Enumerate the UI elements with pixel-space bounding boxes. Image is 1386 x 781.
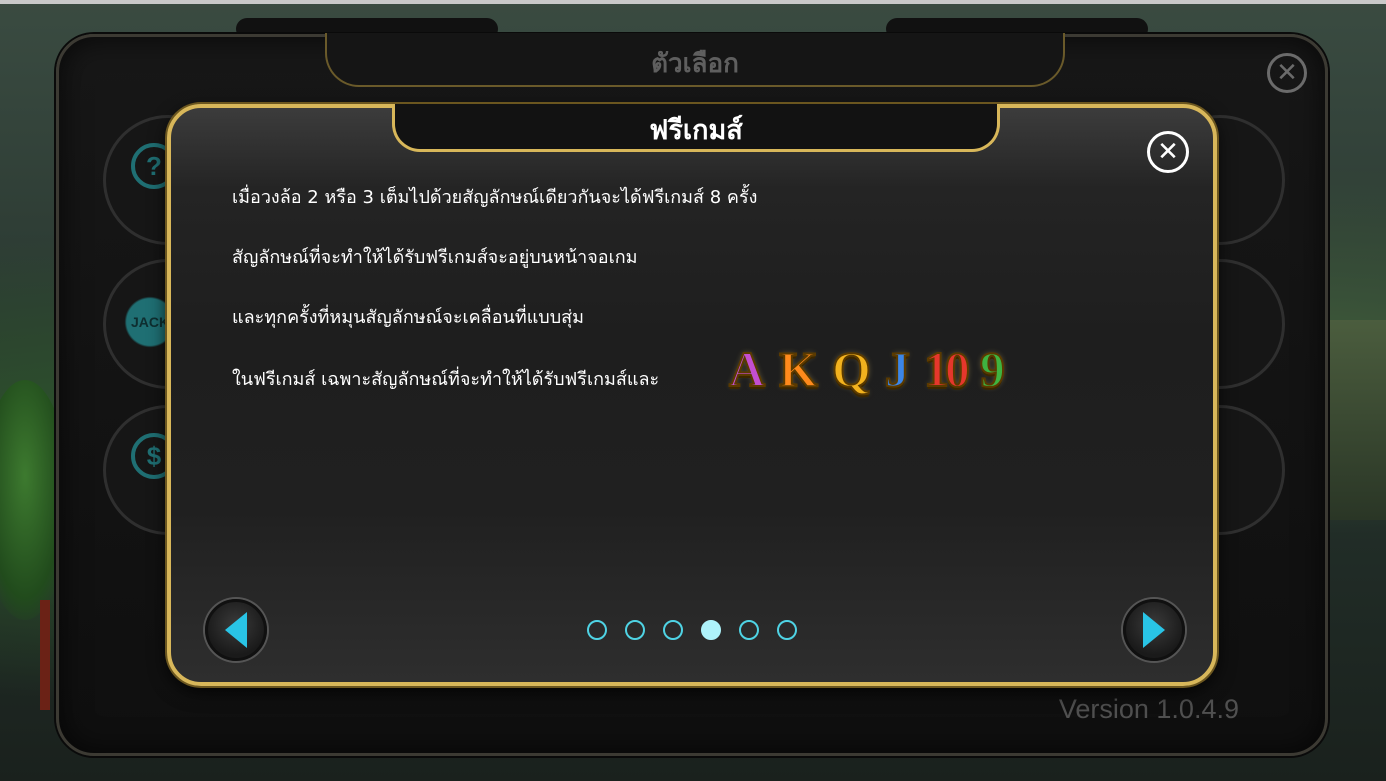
dialog-header: ฟรีเกมส์ (392, 104, 1000, 152)
page-indicator (171, 620, 1213, 640)
free-games-dialog: ฟรีเกมส์ ✕ เมื่อวงล้อ 2 หรือ 3 เต็มไปด้ว… (167, 104, 1217, 686)
top-band (0, 0, 1386, 4)
page-dot-6[interactable] (777, 620, 797, 640)
symbol-9: 9 (979, 341, 1006, 397)
close-icon: ✕ (1157, 137, 1179, 167)
info-line-1: เมื่อวงล้อ 2 หรือ 3 เต็มไปด้วยสัญลักษณ์เ… (232, 187, 758, 208)
next-page-button[interactable] (1123, 599, 1185, 661)
dialog-close-button[interactable]: ✕ (1147, 131, 1189, 173)
options-header: ตัวเลือก (325, 33, 1065, 87)
symbol-k: K (778, 341, 819, 397)
options-close-button[interactable]: ✕ (1267, 53, 1307, 93)
symbol-a: A (728, 341, 766, 397)
close-icon: ✕ (1276, 58, 1298, 88)
info-line-2: สัญลักษณ์ที่จะทำให้ได้รับฟรีเกมส์จะอยู่บ… (232, 247, 638, 268)
options-title: ตัวเลือก (651, 49, 739, 79)
info-line-3: และทุกครั้งที่หมุนสัญลักษณ์จะเคลื่อนที่แ… (232, 307, 585, 328)
arrow-right-icon (1143, 612, 1165, 648)
page-dot-5[interactable] (739, 620, 759, 640)
symbol-10: 10 (923, 341, 971, 397)
symbol-q: Q (831, 341, 872, 397)
page-dot-3[interactable] (663, 620, 683, 640)
info-line-4: ในฟรีเกมส์ เฉพาะสัญลักษณ์ที่จะทำให้ได้รั… (232, 369, 660, 390)
dialog-title: ฟรีเกมส์ (649, 115, 743, 146)
page-dot-2[interactable] (625, 620, 645, 640)
symbol-j: J (884, 341, 911, 397)
post-left (40, 600, 50, 710)
version-label: Version 1.0.4.9 (1058, 694, 1239, 724)
symbol-row: A K Q J 10 9 (728, 341, 1006, 397)
page-dot-4[interactable] (701, 620, 721, 640)
page-dot-1[interactable] (587, 620, 607, 640)
